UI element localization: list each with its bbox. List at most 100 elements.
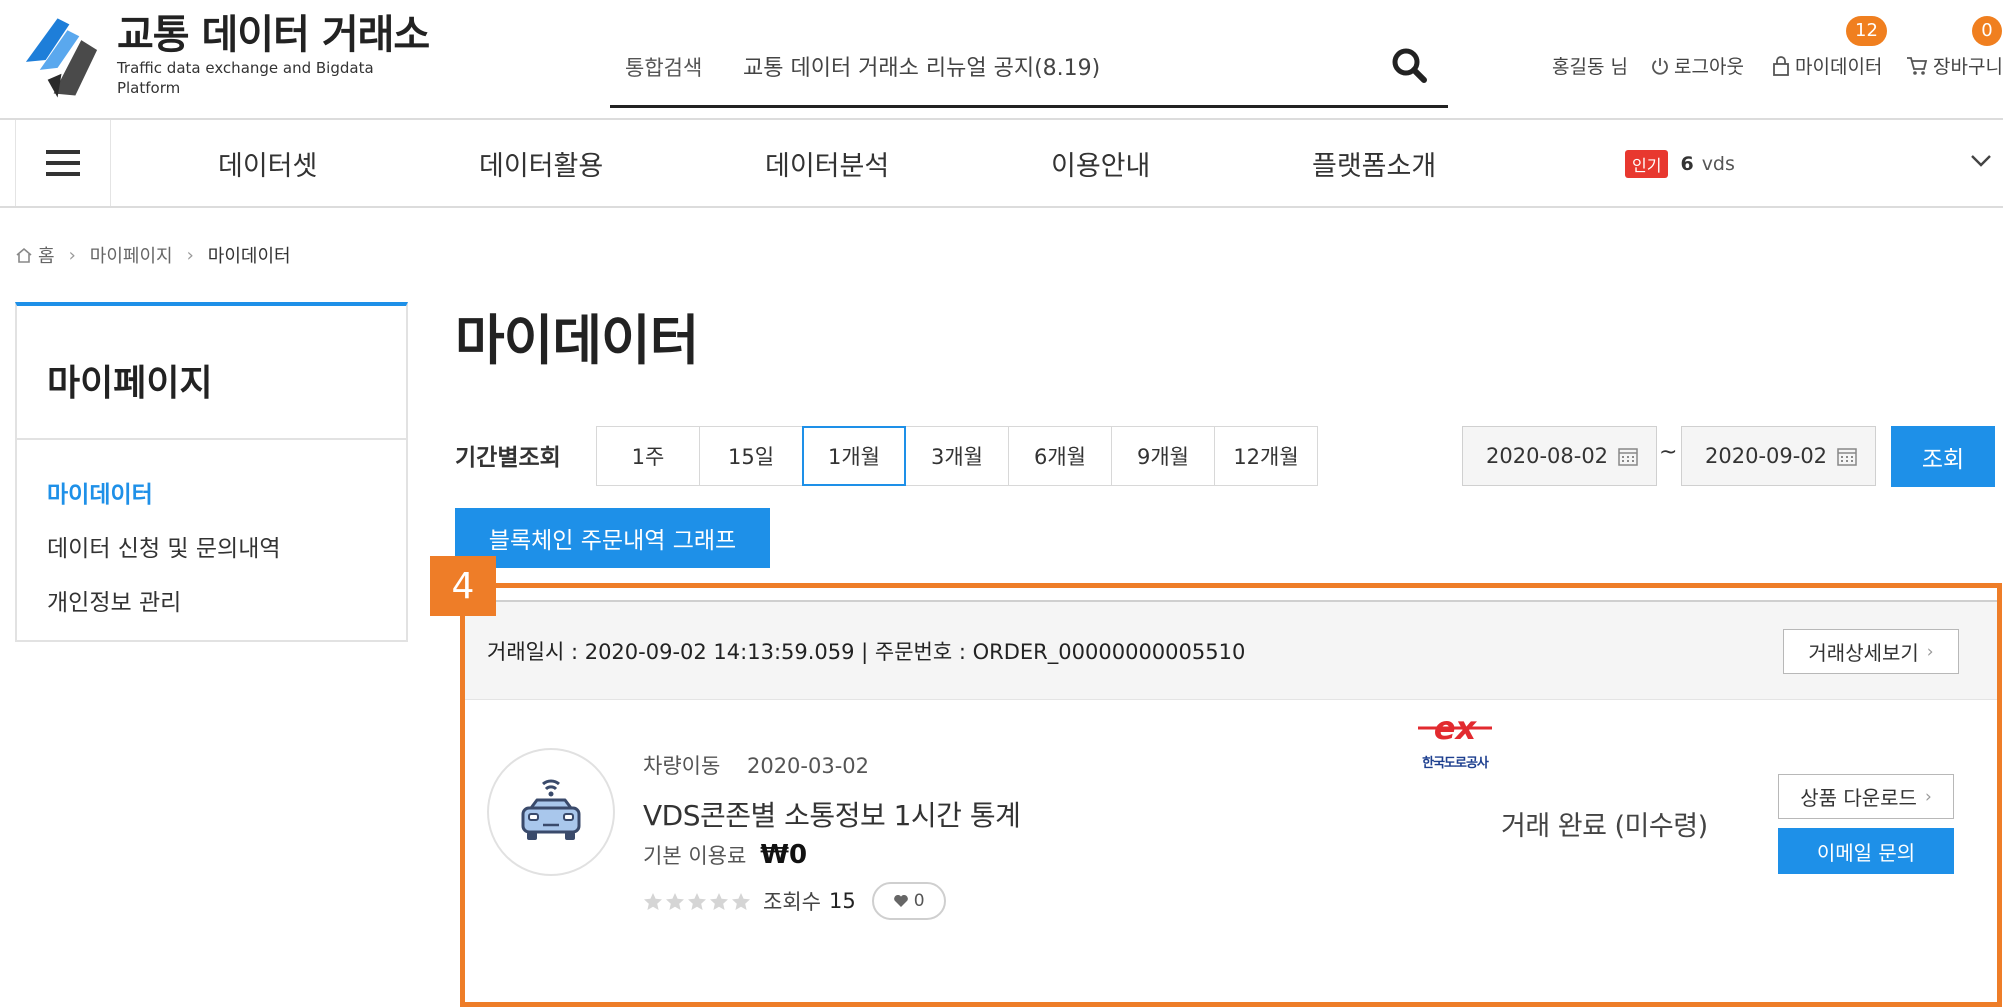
product-category: 차량이동 <box>643 754 721 778</box>
main-navigation: 데이터셋 데이터활용 데이터분석 이용안내 플랫폼소개 인기 6 vds <box>0 120 2003 208</box>
mydata-link[interactable]: 마이데이터 <box>1772 52 1882 79</box>
order-card-header: 거래일시 : 2020-09-02 14:13:59.059 | 주문번호 : … <box>465 602 1997 700</box>
calendar-icon <box>1837 448 1857 466</box>
cart-count-badge: 0 <box>1972 16 2002 46</box>
logout-label: 로그아웃 <box>1674 56 1744 78</box>
date-range-separator: ~ <box>1659 440 1678 465</box>
period-tabs: 1주 15일 1개월 3개월 6개월 9개월 12개월 <box>596 426 1318 486</box>
date-to-value: 2020-09-02 <box>1705 444 1828 468</box>
download-button[interactable]: 상품 다운로드 › <box>1778 774 1954 819</box>
step-number-badge: 4 <box>430 556 496 616</box>
star-rating <box>643 892 751 911</box>
price-label: 기본 이용료 <box>643 844 747 868</box>
blockchain-graph-button[interactable]: 블록체인 주문내역 그래프 <box>455 508 770 568</box>
like-button[interactable]: 0 <box>871 882 946 920</box>
product-stats: 조회수 15 0 <box>643 882 946 920</box>
chevron-down-icon[interactable] <box>1970 154 1992 168</box>
date-from-value: 2020-08-02 <box>1486 444 1609 468</box>
star-icon <box>732 892 750 910</box>
order-card: 거래일시 : 2020-09-02 14:13:59.059 | 주문번호 : … <box>465 600 1997 1000</box>
provider-logo-mark: ex <box>1418 709 1492 747</box>
breadcrumb: 홈 › 마이페이지 › 마이데이터 <box>15 242 291 268</box>
period-tab-1week[interactable]: 1주 <box>596 426 700 486</box>
nav-platform-intro[interactable]: 플랫폼소개 <box>1312 144 1436 183</box>
download-label: 상품 다운로드 <box>1800 786 1917 810</box>
sidebar-title: 마이페이지 <box>17 306 406 440</box>
hamburger-icon <box>46 150 80 176</box>
chevron-right-icon: › <box>1924 786 1932 807</box>
power-icon <box>1652 57 1668 75</box>
site-header: 교통 데이터 거래소 Traffic data exchange and Big… <box>0 0 2003 120</box>
cart-label: 장바구니 <box>1933 56 2003 78</box>
period-tab-9months[interactable]: 9개월 <box>1111 426 1215 486</box>
breadcrumb-mypage[interactable]: 마이페이지 <box>90 242 173 268</box>
period-tab-12months[interactable]: 12개월 <box>1214 426 1318 486</box>
price-value: ₩0 <box>760 840 808 870</box>
nav-data-usage[interactable]: 데이터활용 <box>479 144 603 183</box>
connected-car-icon <box>521 779 581 840</box>
popular-tag: 인기 <box>1625 150 1669 178</box>
popular-keyword-text: vds <box>1701 153 1735 175</box>
period-filter-label: 기간별조회 <box>455 445 561 471</box>
order-status: 거래 완료 (미수령) <box>1501 811 1708 842</box>
popular-keyword[interactable]: 인기 6 vds <box>1625 150 1735 178</box>
star-icon <box>644 892 662 910</box>
nav-datasets[interactable]: 데이터셋 <box>218 144 317 183</box>
breadcrumb-current: 마이데이터 <box>207 246 291 267</box>
nav-data-analysis[interactable]: 데이터분석 <box>765 144 889 183</box>
chevron-right-icon: › <box>1926 641 1934 662</box>
bag-icon <box>1773 55 1789 76</box>
chevron-right-icon: › <box>186 244 194 266</box>
product-thumbnail[interactable] <box>487 748 615 876</box>
search-input[interactable] <box>743 46 1363 86</box>
logout-link[interactable]: 로그아웃 <box>1651 52 1744 79</box>
logo-subtitle: Traffic data exchange and Bigdata Platfo… <box>116 59 374 97</box>
product-date: 2020-03-02 <box>746 754 870 778</box>
period-tab-1month[interactable]: 1개월 <box>802 426 906 486</box>
provider-name: 한국도로공사 <box>1422 756 1489 771</box>
logo-title: 교통 데이터 거래소 <box>116 12 430 58</box>
star-icon <box>666 892 684 910</box>
home-icon[interactable] <box>15 247 33 264</box>
page-title: 마이데이터 <box>455 309 699 372</box>
order-detail-button[interactable]: 거래상세보기 › <box>1783 629 1959 674</box>
mydata-label: 마이데이터 <box>1795 56 1883 78</box>
order-info: 거래일시 : 2020-09-02 14:13:59.059 | 주문번호 : … <box>487 640 1246 664</box>
sidebar-item-mydata[interactable]: 마이데이터 <box>47 468 406 522</box>
nav-guide[interactable]: 이용안내 <box>1051 144 1150 183</box>
like-count: 0 <box>913 891 925 911</box>
heart-icon <box>893 894 908 907</box>
cart-link[interactable]: 장바구니 <box>1906 52 2003 79</box>
logo-mark-icon <box>25 18 98 98</box>
menu-button[interactable] <box>15 120 111 206</box>
period-tab-6months[interactable]: 6개월 <box>1008 426 1112 486</box>
sidebar-item-profile[interactable]: 개인정보 관리 <box>47 576 406 630</box>
period-tab-3months[interactable]: 3개월 <box>905 426 1009 486</box>
provider-logo: ex 한국도로공사 <box>1410 709 1500 771</box>
mypage-sidebar: 마이페이지 마이데이터 데이터 신청 및 문의내역 개인정보 관리 <box>15 302 408 642</box>
search-button[interactable] <box>1388 44 1432 88</box>
date-from-field[interactable]: 2020-08-02 <box>1462 426 1657 486</box>
views-count: 15 <box>828 889 856 913</box>
sidebar-item-requests[interactable]: 데이터 신청 및 문의내역 <box>47 522 406 576</box>
star-icon <box>688 892 706 910</box>
period-search-button[interactable]: 조회 <box>1891 426 1995 487</box>
mydata-count-badge: 12 <box>1846 16 1887 46</box>
star-icon <box>710 892 728 910</box>
site-logo[interactable]: 교통 데이터 거래소 Traffic data exchange and Big… <box>18 10 438 100</box>
global-search: 통합검색 <box>610 40 1448 108</box>
date-to-field[interactable]: 2020-09-02 <box>1681 426 1876 486</box>
views-label: 조회수 <box>763 890 821 914</box>
email-inquiry-button[interactable]: 이메일 문의 <box>1778 828 1954 874</box>
search-category[interactable]: 통합검색 <box>625 52 702 82</box>
popular-rank: 6 <box>1680 153 1694 175</box>
cart-icon <box>1907 56 1928 75</box>
product-meta: 차량이동 2020-03-02 <box>643 750 869 780</box>
calendar-icon <box>1618 448 1638 466</box>
product-name[interactable]: VDS콘존별 소통정보 1시간 통계 <box>643 794 1021 834</box>
period-tab-15days[interactable]: 15일 <box>699 426 803 486</box>
chevron-right-icon: › <box>68 244 76 266</box>
breadcrumb-home[interactable]: 홈 <box>38 242 55 268</box>
product-price: 기본 이용료 ₩0 <box>643 840 807 870</box>
user-name: 홍길동 님 <box>1552 56 1628 78</box>
